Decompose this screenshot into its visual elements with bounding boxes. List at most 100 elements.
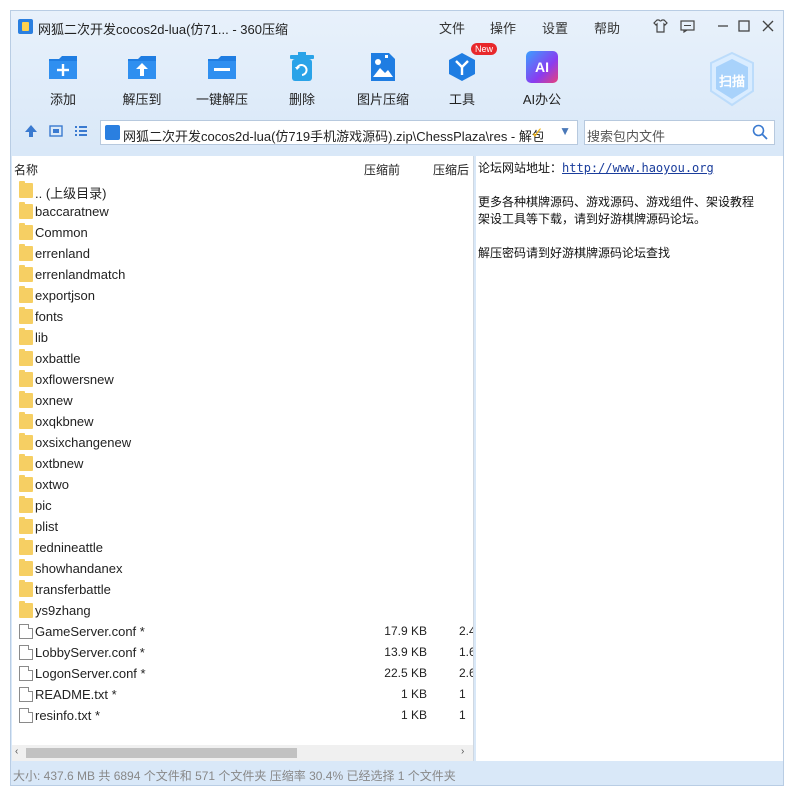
search-box[interactable]: 搜索包内文件 <box>584 120 775 145</box>
folder-icon <box>19 580 33 597</box>
folder-icon <box>19 370 33 387</box>
table-row[interactable]: LogonServer.conf * 22.5 KB 2.6 <box>12 663 473 684</box>
table-row[interactable]: ys9zhang <box>12 600 473 621</box>
table-row[interactable]: oxqkbnew <box>12 411 473 432</box>
table-row[interactable]: oxtwo <box>12 474 473 495</box>
maximize-icon[interactable] <box>735 17 753 35</box>
tools-icon <box>446 51 478 83</box>
minimize-icon[interactable] <box>714 17 732 35</box>
row-name: lib <box>35 330 49 345</box>
row-name: oxtwo <box>35 477 69 492</box>
ai-office-icon: AI <box>526 51 558 83</box>
search-icon[interactable] <box>752 124 768 143</box>
row-name: baccaratnew <box>35 204 109 219</box>
row-name: .. (上级目录) <box>35 186 107 201</box>
column-packed[interactable]: 压缩后 <box>433 161 469 178</box>
menu-operate[interactable]: 操作 <box>490 18 516 37</box>
folder-icon <box>19 601 33 618</box>
table-row[interactable]: rednineattle <box>12 537 473 558</box>
row-name: oxsixchangenew <box>35 435 132 450</box>
search-input[interactable]: 搜索包内文件 <box>587 126 665 145</box>
table-row[interactable]: baccaratnew <box>12 201 473 222</box>
table-row[interactable]: exportjson <box>12 285 473 306</box>
row-name: Common <box>35 225 88 240</box>
close-icon[interactable] <box>759 17 777 35</box>
horizontal-scrollbar[interactable]: ‹ › <box>12 745 473 761</box>
extract-to-button[interactable]: 解压到 <box>107 49 177 109</box>
app-logo-icon <box>18 19 33 34</box>
table-row[interactable]: showhandanex <box>12 558 473 579</box>
table-row[interactable]: oxflowersnew <box>12 369 473 390</box>
row-name: oxflowersnew <box>35 372 114 387</box>
delete-icon <box>286 51 318 83</box>
row-name: errenland <box>35 246 90 261</box>
table-row[interactable]: plist <box>12 516 473 537</box>
folder-icon <box>19 412 33 429</box>
one-click-extract-button[interactable]: 一键解压 <box>187 49 257 109</box>
menu-settings[interactable]: 设置 <box>542 18 568 37</box>
scan-button[interactable]: 扫描 <box>708 51 756 107</box>
table-row[interactable]: errenlandmatch <box>12 264 473 285</box>
menu-file[interactable]: 文件 <box>439 18 465 37</box>
new-badge: New <box>471 43 498 55</box>
column-name[interactable]: 名称 <box>14 161 38 178</box>
table-row[interactable]: Common <box>12 222 473 243</box>
table-row[interactable]: resinfo.txt * 1 KB 1 <box>12 705 473 726</box>
title-bar: 网狐二次开发cocos2d-lua(仿71... - 360压缩 文件 操作 设… <box>11 11 783 41</box>
table-row[interactable]: LobbyServer.conf * 13.9 KB 1.6 <box>12 642 473 663</box>
folder-icon <box>19 559 33 576</box>
table-row[interactable]: GameServer.conf * 17.9 KB 2.4 <box>12 621 473 642</box>
row-name: oxtbnew <box>35 456 84 471</box>
row-name: oxqkbnew <box>35 414 94 429</box>
row-size: 13.9 KB <box>384 645 427 659</box>
file-icon <box>19 666 33 681</box>
table-row[interactable]: errenland <box>12 243 473 264</box>
chevron-down-icon[interactable]: ▼ <box>559 124 571 138</box>
add-button[interactable]: 添加 <box>28 49 98 109</box>
folder-icon <box>19 496 33 513</box>
image-compress-label: 图片压缩 <box>356 92 409 107</box>
file-icon <box>19 708 33 723</box>
status-bar: 大小: 437.6 MB 共 6894 个文件和 571 个文件夹 压缩率 30… <box>13 769 456 783</box>
address-bar[interactable]: 网狐二次开发cocos2d-lua(仿719手机游戏源码).zip\ChessP… <box>100 120 578 145</box>
table-row[interactable]: oxtbnew <box>12 453 473 474</box>
table-row[interactable]: README.txt * 1 KB 1 <box>12 684 473 705</box>
delete-button[interactable]: 删除 <box>267 49 337 109</box>
skin-icon[interactable] <box>651 17 669 35</box>
list-view-icon[interactable] <box>73 124 89 140</box>
scroll-right-icon[interactable]: › <box>461 746 464 757</box>
table-row[interactable]: pic <box>12 495 473 516</box>
app-window: 网狐二次开发cocos2d-lua(仿71... - 360压缩 文件 操作 设… <box>10 10 784 786</box>
row-name: pic <box>35 498 52 513</box>
feedback-icon[interactable] <box>678 17 696 35</box>
tools-button[interactable]: New 工具 <box>427 43 498 109</box>
table-row[interactable]: transferbattle <box>12 579 473 600</box>
image-compress-button[interactable]: 图片压缩 <box>348 49 418 109</box>
row-packed: 1 <box>459 687 466 701</box>
address-path: 网狐二次开发cocos2d-lua(仿719手机游戏源码).zip\ChessP… <box>123 129 543 144</box>
table-row[interactable]: fonts <box>12 306 473 327</box>
folder-icon <box>19 349 33 366</box>
info-line-2: 更多各种棋牌源码、游戏源码、游戏组件、架设教程 <box>478 195 755 209</box>
column-size[interactable]: 压缩前 <box>364 161 400 178</box>
ai-office-button[interactable]: AI AI办公 <box>507 49 577 109</box>
file-list-panel: 名称 压缩前 压缩后 .. (上级目录) baccaratnew Common err… <box>12 156 474 761</box>
image-compress-icon <box>367 51 399 83</box>
table-row[interactable]: oxbattle <box>12 348 473 369</box>
table-row[interactable]: oxsixchangenew <box>12 432 473 453</box>
table-row[interactable]: .. (上级目录) <box>12 180 473 201</box>
file-icon <box>19 645 33 660</box>
row-size: 22.5 KB <box>384 666 427 680</box>
up-arrow-icon[interactable] <box>23 124 39 140</box>
scroll-left-icon[interactable]: ‹ <box>15 746 18 757</box>
thumbnail-view-icon[interactable] <box>48 124 64 140</box>
forum-link[interactable]: http://www.haoyou.org <box>562 161 714 175</box>
info-line-3: 架设工具等下载，请到好游棋牌源码论坛。 <box>478 212 707 226</box>
table-row[interactable]: oxnew <box>12 390 473 411</box>
row-name: fonts <box>35 309 64 324</box>
scrollbar-thumb[interactable] <box>26 748 297 758</box>
scan-label: 扫描 <box>718 74 745 89</box>
menu-help[interactable]: 帮助 <box>594 18 620 37</box>
table-row[interactable]: lib <box>12 327 473 348</box>
folder-icon <box>19 475 33 492</box>
